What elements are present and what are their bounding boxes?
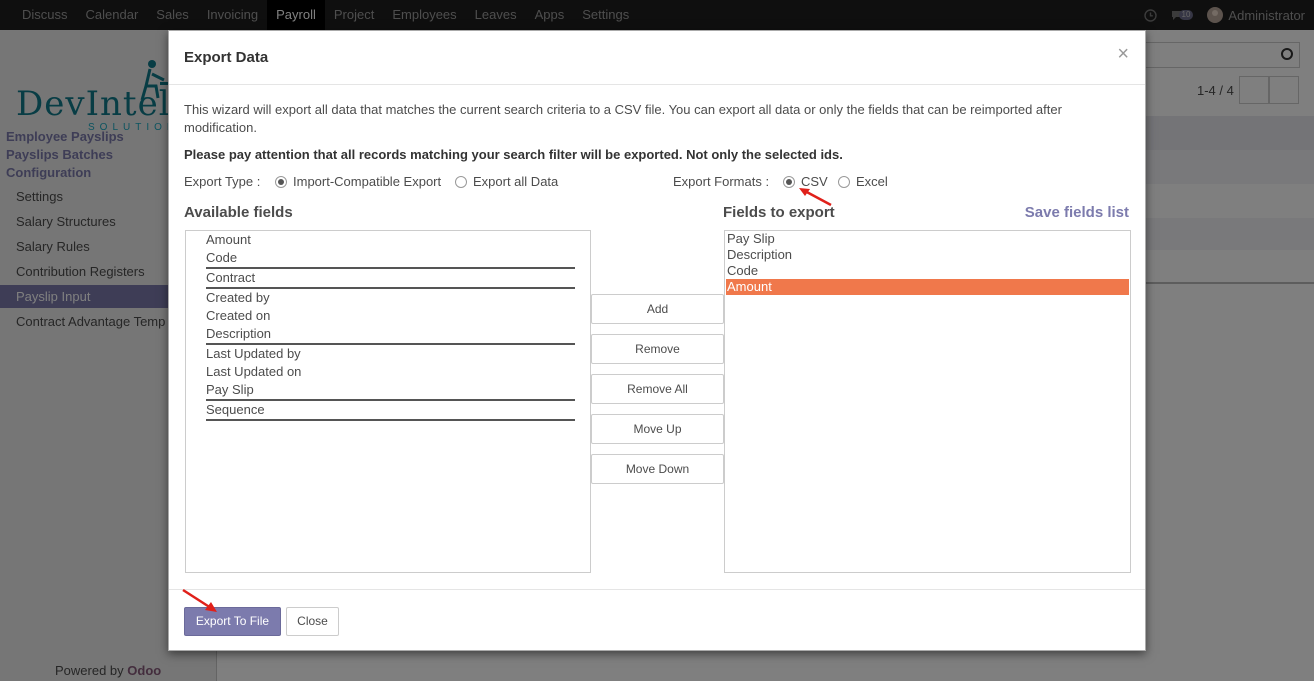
field-sequence[interactable]: Sequence xyxy=(206,401,575,421)
close-button[interactable]: Close xyxy=(286,607,339,636)
available-fields-list: Amount Code Contract Created by Created … xyxy=(185,230,591,573)
export-dialog: Export Data × This wizard will export al… xyxy=(168,30,1146,651)
radio-excel[interactable] xyxy=(838,176,850,188)
field-last-updated-by[interactable]: Last Updated by xyxy=(206,345,575,363)
warning-text: Please pay attention that all records ma… xyxy=(184,147,843,162)
radio-csv[interactable] xyxy=(783,176,795,188)
remove-button[interactable]: Remove xyxy=(591,334,724,364)
dialog-footer: Export To File Close xyxy=(169,588,1145,651)
dialog-title: Export Data xyxy=(184,49,269,66)
radio-import-compatible-label[interactable]: Import-Compatible Export xyxy=(293,174,441,189)
field-contract[interactable]: Contract xyxy=(206,269,575,289)
export-type-label: Export Type : xyxy=(184,174,261,189)
annotation-arrow-icon xyxy=(182,588,217,612)
radio-excel-label[interactable]: Excel xyxy=(856,174,888,189)
close-icon[interactable]: × xyxy=(1117,44,1129,64)
move-up-button[interactable]: Move Up xyxy=(591,414,724,444)
add-button[interactable]: Add xyxy=(591,294,724,324)
field-last-updated-on[interactable]: Last Updated on xyxy=(206,363,575,381)
dialog-header: Export Data × xyxy=(169,31,1145,85)
field-description[interactable]: Description xyxy=(206,325,575,345)
fields-to-export-title: Fields to export xyxy=(723,204,835,221)
available-fields-title: Available fields xyxy=(184,204,293,221)
field-code[interactable]: Code xyxy=(206,249,575,269)
field-amount[interactable]: Amount xyxy=(206,231,575,249)
field-pay-slip[interactable]: Pay Slip xyxy=(206,381,575,401)
radio-import-compatible[interactable] xyxy=(275,176,287,188)
export-field-pay-slip[interactable]: Pay Slip xyxy=(726,231,1129,247)
export-field-amount[interactable]: Amount xyxy=(726,279,1129,295)
fields-to-export-list: Pay Slip Description Code Amount xyxy=(724,230,1131,573)
move-down-button[interactable]: Move Down xyxy=(591,454,724,484)
radio-export-all-label[interactable]: Export all Data xyxy=(473,174,558,189)
save-fields-list-link[interactable]: Save fields list xyxy=(1025,204,1129,221)
radio-export-all[interactable] xyxy=(455,176,467,188)
export-formats-label: Export Formats : xyxy=(673,174,770,189)
export-field-code[interactable]: Code xyxy=(726,263,1129,279)
export-field-description[interactable]: Description xyxy=(726,247,1129,263)
field-created-on[interactable]: Created on xyxy=(206,307,575,325)
remove-all-button[interactable]: Remove All xyxy=(591,374,724,404)
intro-text: This wizard will export all data that ma… xyxy=(184,102,1062,135)
field-created-by[interactable]: Created by xyxy=(206,289,575,307)
